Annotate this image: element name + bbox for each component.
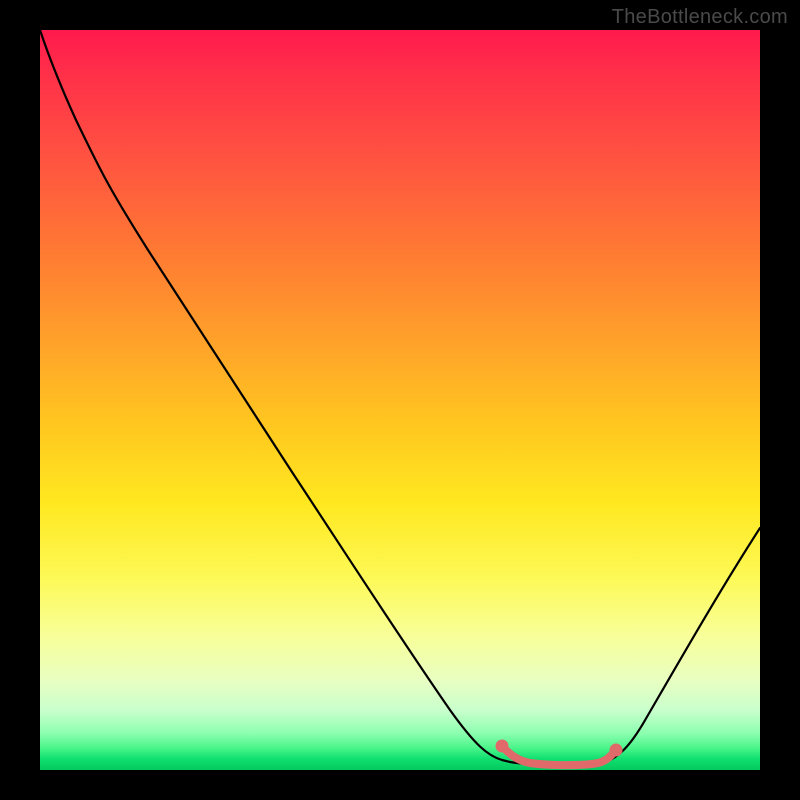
chart-frame: TheBottleneck.com [0, 0, 800, 800]
bottleneck-curve [40, 30, 760, 765]
min-end-marker [610, 744, 623, 757]
min-start-marker [496, 740, 509, 753]
curve-layer [40, 30, 760, 770]
plot-area [40, 30, 760, 770]
watermark-text: TheBottleneck.com [612, 6, 788, 29]
flat-minimum-marker [502, 746, 616, 765]
